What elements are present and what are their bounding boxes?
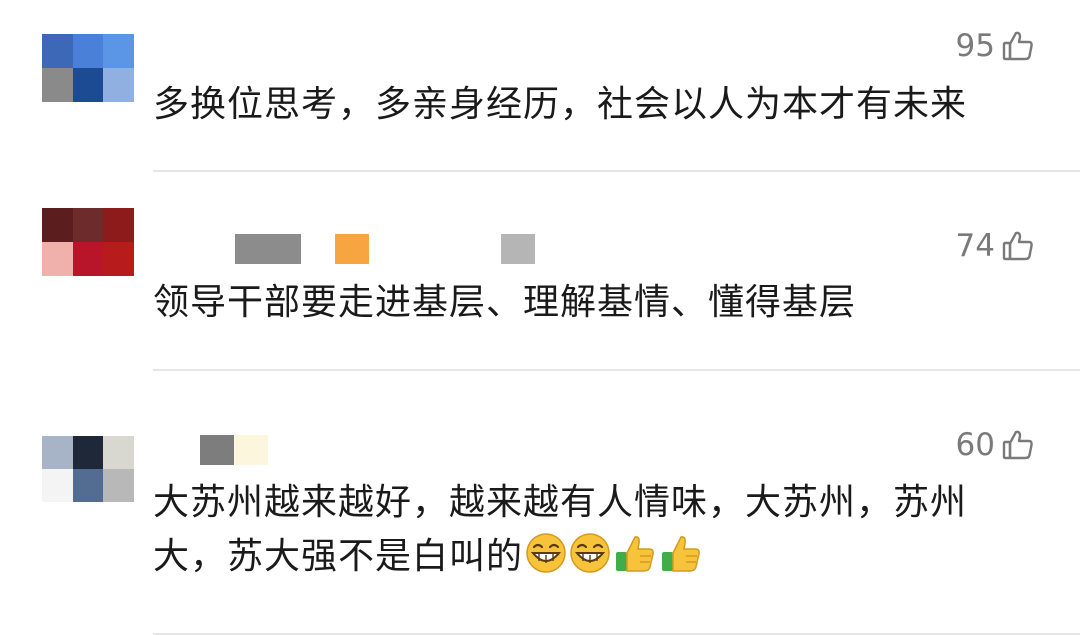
- username-blur-block: [335, 234, 369, 264]
- like-count: 60: [955, 427, 995, 463]
- username-blur-block: [501, 234, 535, 264]
- avatar-pixel: [72, 469, 104, 502]
- thumbs-up-icon: [1001, 229, 1035, 263]
- avatar-pixel: [42, 208, 73, 242]
- comment-text-line-with-emoji: 大，苏大强不是白叫的: [153, 530, 1043, 584]
- avatar-pixel: [103, 436, 134, 469]
- grin-emoji-icon: [525, 532, 567, 574]
- comment-item: 60 大苏州越来越好，越来越有人情味，大苏州，苏州 大，苏大强不是白叫的: [0, 371, 1080, 635]
- thumbs-up-emoji-icon: [659, 532, 703, 574]
- avatar-pixel: [42, 469, 73, 502]
- avatar-pixel: [42, 68, 73, 102]
- like-count: 74: [955, 228, 995, 264]
- avatar-pixel: [42, 436, 73, 469]
- avatar-pixel: [103, 34, 134, 68]
- avatar-pixel: [103, 208, 134, 242]
- avatar-pixel: [72, 242, 104, 276]
- thumbs-up-emoji-icon: [613, 532, 657, 574]
- username-blur-block: [200, 435, 234, 465]
- avatar[interactable]: [42, 436, 134, 502]
- thumbs-up-icon: [1001, 29, 1035, 63]
- comment-text: 多换位思考，多亲身经历，社会以人为本才有未来: [153, 84, 968, 125]
- like-button[interactable]: 60: [956, 427, 1035, 463]
- username-blur-block: [234, 435, 268, 465]
- thumbs-up-icon: [1001, 428, 1035, 462]
- avatar-pixel: [42, 34, 73, 68]
- comment-item: 74 领导干部要走进基层、理解基情、懂得基层: [0, 172, 1080, 371]
- comment-text-line: 大苏州越来越好，越来越有人情味，大苏州，苏州: [153, 482, 968, 523]
- username-blurred[interactable]: [153, 230, 543, 264]
- comment-text-line: 大，苏大强不是白叫的: [153, 536, 524, 577]
- grin-emoji-icon: [569, 532, 611, 574]
- comment-text: 大苏州越来越好，越来越有人情味，大苏州，苏州 大，苏大强不是白叫的: [153, 476, 1043, 584]
- like-button[interactable]: 95: [956, 28, 1035, 64]
- like-button[interactable]: 74: [956, 228, 1035, 264]
- avatar[interactable]: [42, 34, 134, 102]
- username-blurred[interactable]: [153, 30, 453, 62]
- comment-text: 领导干部要走进基层、理解基情、懂得基层: [153, 282, 857, 323]
- avatar-pixel: [72, 68, 104, 102]
- avatar-pixel: [72, 208, 104, 242]
- comment-item: 95 多换位思考，多亲身经历，社会以人为本才有未来: [0, 0, 1080, 172]
- avatar-pixel: [72, 34, 104, 68]
- avatar-pixel: [72, 436, 104, 469]
- avatar-pixel: [103, 469, 134, 502]
- avatar-pixel: [103, 242, 134, 276]
- username-blurred[interactable]: [153, 431, 273, 465]
- avatar[interactable]: [42, 208, 134, 276]
- avatar-pixel: [103, 68, 134, 102]
- like-count: 95: [955, 28, 995, 64]
- avatar-pixel: [42, 242, 73, 276]
- username-blur-block: [235, 234, 301, 264]
